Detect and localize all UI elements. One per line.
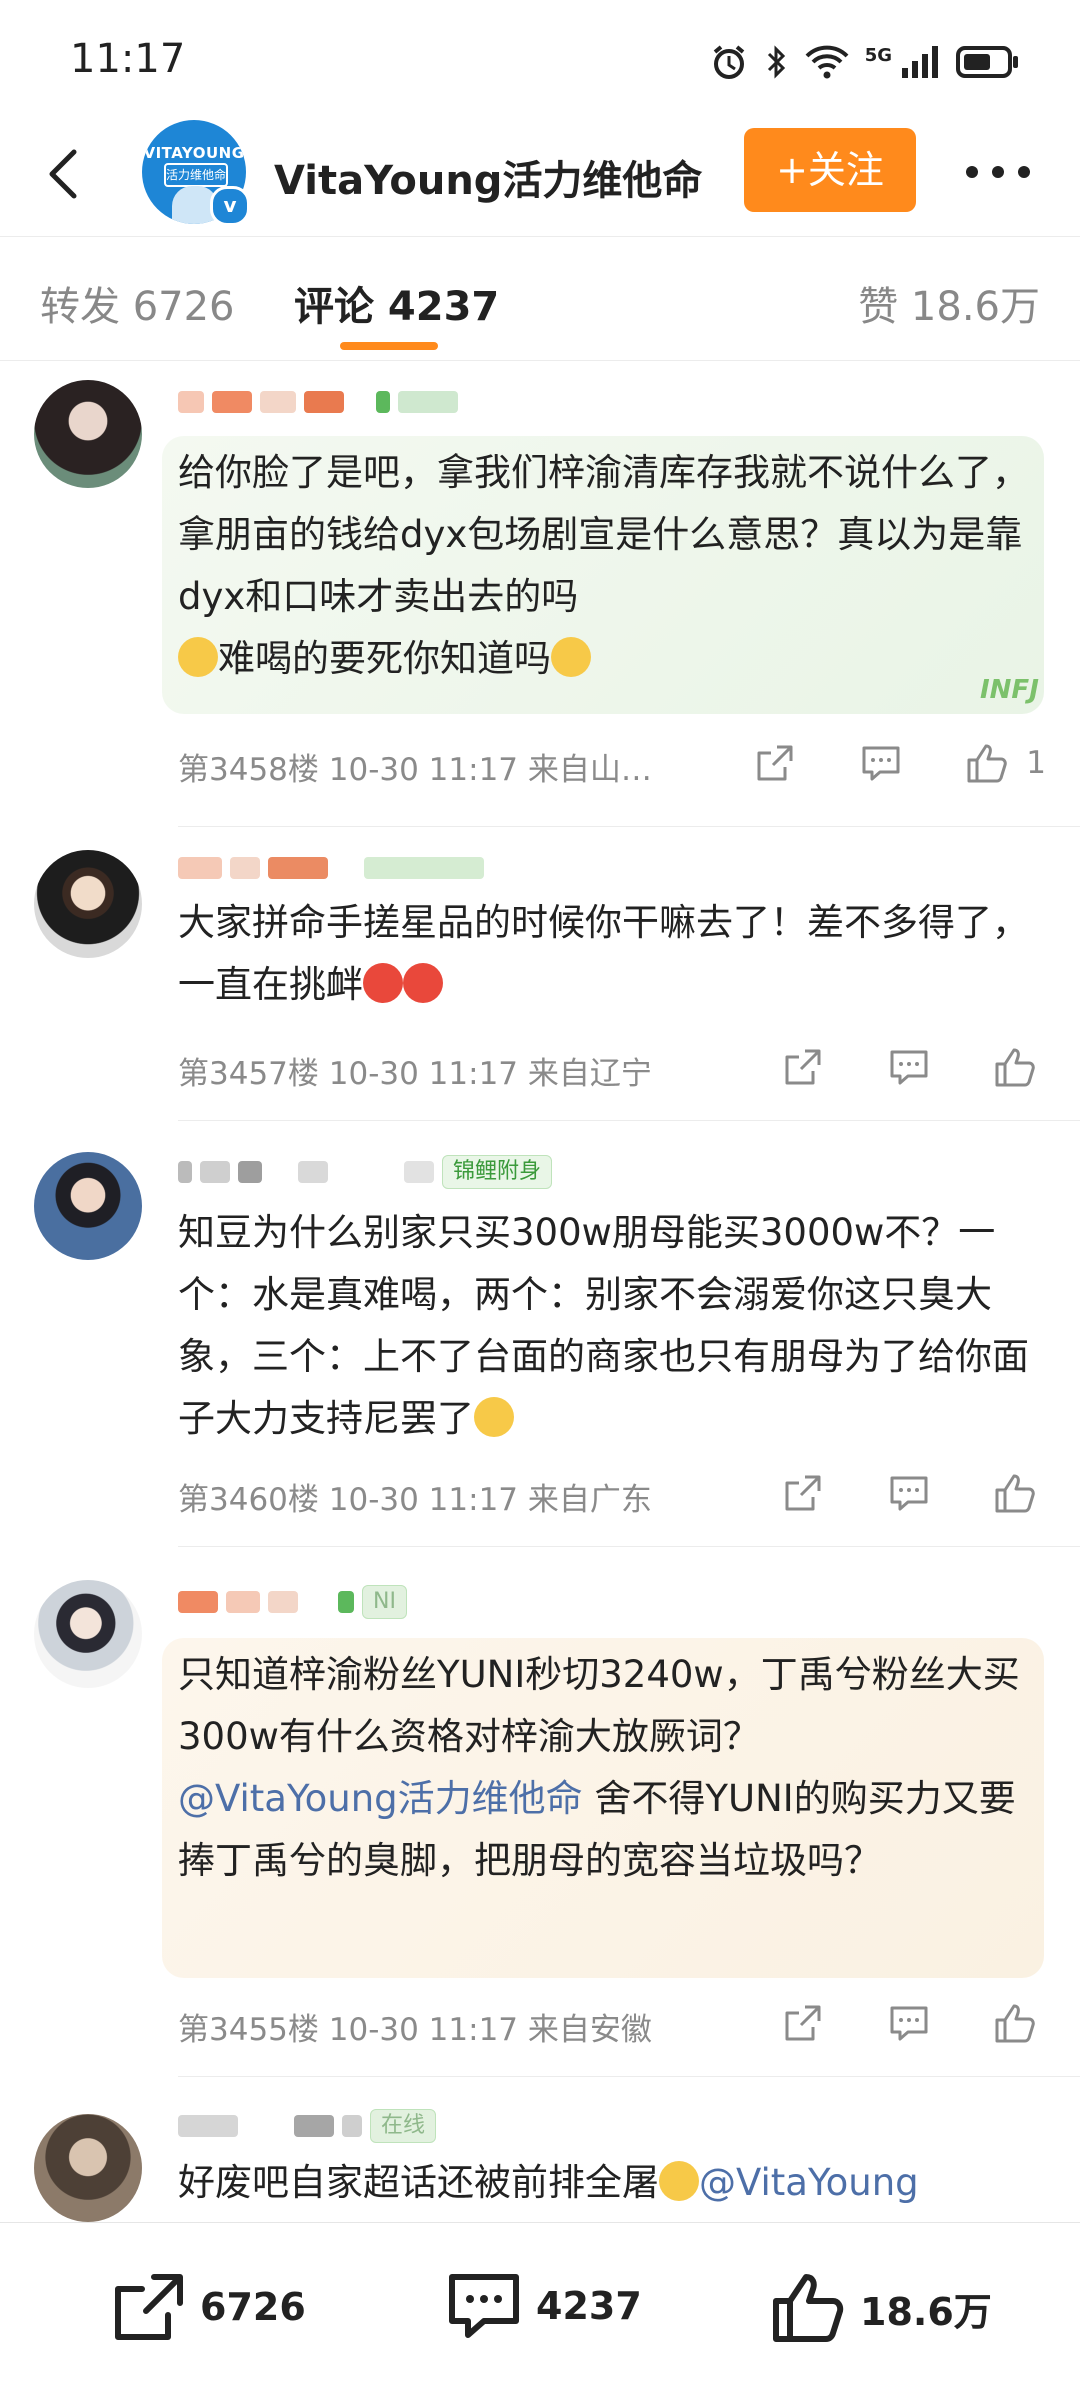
avatar[interactable] [34, 850, 142, 958]
shy-emoji-icon [474, 1397, 514, 1437]
username-masked[interactable]: NI [178, 1582, 407, 1622]
active-tab-indicator [340, 342, 438, 350]
username-masked[interactable] [178, 382, 458, 422]
angry-emoji-icon [403, 963, 443, 1003]
crying-emoji-icon [551, 637, 591, 677]
reply-icon[interactable] [878, 1468, 940, 1518]
username-masked[interactable]: 锦鲤附身 [178, 1152, 553, 1192]
mention-link[interactable]: @VitaYoung [699, 2161, 919, 2204]
repost-count: 6726 [200, 2285, 306, 2329]
avatar[interactable] [34, 1152, 142, 1260]
avatar-logo-text: VITAYOUNG [143, 144, 245, 162]
comment-text: 知豆为什么别家只买300w朋母能买3000w不？一个：水是真难喝，两个：别家不会… [178, 1211, 1029, 1440]
card-tag: INFJ [980, 675, 1039, 705]
signal-icon [902, 46, 938, 78]
comment-actions [772, 1998, 1046, 2048]
verified-badge-icon: v [210, 186, 250, 226]
divider [178, 826, 1080, 827]
follow-button[interactable]: +关注 [744, 128, 916, 212]
comment-meta: 第3458楼 10-30 11:17 来自山… [178, 752, 652, 788]
crying-emoji-icon [659, 2161, 699, 2201]
avatar[interactable] [34, 380, 142, 488]
divider [178, 2076, 1080, 2077]
like-icon[interactable] [956, 738, 1018, 788]
divider [178, 1546, 1080, 1547]
battery-icon [956, 46, 1018, 78]
like-count: 18.6万 [860, 2289, 992, 2334]
fan-badge: 锦鲤附身 [442, 1155, 553, 1189]
status-bar: 11:17 5G [0, 0, 1080, 120]
share-icon[interactable] [772, 1042, 834, 1092]
comment-actions [772, 1042, 1046, 1092]
bottom-action-bar: 6726 4237 18.6万 [0, 2222, 1080, 2383]
comment-actions [772, 1468, 1046, 1518]
comment-meta: 第3460楼 10-30 11:17 来自广东 [178, 1482, 652, 1518]
repost-button[interactable]: 6726 [110, 2271, 306, 2343]
tab-reposts[interactable]: 转发 6726 [40, 274, 235, 332]
post-tabs: 转发 6726 评论 4237 赞 18.6万 [0, 236, 1080, 361]
comment-text: 好废吧自家超话还被前排全屠 @VitaYoung [178, 2161, 919, 2204]
comment-text: 给你脸了是吧，拿我们梓渝清库存我就不说什么了，拿朋亩的钱给dyx包场剧宣是什么意… [178, 451, 1029, 680]
status-icons: 5G [709, 40, 1020, 84]
like-button[interactable]: 18.6万 [770, 2271, 992, 2345]
avatar[interactable] [34, 1580, 142, 1688]
divider [178, 1120, 1080, 1121]
status-time: 11:17 [70, 36, 186, 82]
like-icon [773, 2274, 844, 2342]
angry-emoji-icon [363, 963, 403, 1003]
username-masked[interactable] [178, 848, 484, 888]
share-icon[interactable] [744, 738, 806, 788]
tab-comments[interactable]: 评论 4237 [294, 274, 499, 332]
share-icon [115, 2274, 183, 2340]
wifi-icon [805, 45, 849, 79]
share-icon[interactable] [772, 1998, 834, 2048]
like-icon[interactable] [984, 1042, 1046, 1092]
fan-badge: 在线 [370, 2109, 437, 2143]
comment-meta: 第3455楼 10-30 11:17 来自安徽 [178, 2012, 652, 2048]
comment-text: 只知道梓渝粉丝YUNI秒切3240w，丁禹兮粉丝大买300w有什么资格对梓渝大放… [178, 1653, 1020, 1882]
tab-likes[interactable]: 赞 18.6万 [858, 274, 1040, 332]
fan-badge: NI [362, 1585, 407, 1619]
page-title[interactable]: VitaYoung活力维他命 [274, 148, 702, 206]
like-count: 1 [1026, 745, 1046, 781]
alarm-icon [713, 45, 744, 79]
back-arrow-icon[interactable] [36, 144, 96, 204]
network-type: 5G [864, 44, 892, 66]
share-icon[interactable] [772, 1468, 834, 1518]
reply-icon[interactable] [878, 1998, 940, 2048]
mention-link[interactable]: @VitaYoung活力维他命 [178, 1777, 583, 1820]
like-icon[interactable] [984, 1998, 1046, 2048]
crying-emoji-icon [178, 637, 218, 677]
like-icon[interactable] [984, 1468, 1046, 1518]
more-options-icon[interactable] [966, 160, 1030, 184]
reply-icon[interactable] [850, 738, 912, 788]
reply-icon[interactable] [878, 1042, 940, 1092]
comment-actions: 1 [744, 738, 1046, 788]
comment-text: 大家拼命手搓星品的时候你干嘛去了！差不多得了，一直在挑衅 [178, 901, 1029, 1006]
post-header: VITAYOUNG 活力维他命 v VitaYoung活力维他命 +关注 [0, 120, 1080, 237]
avatar-logo-subtext: 活力维他命 [164, 163, 228, 187]
comment-icon [449, 2274, 519, 2338]
username-masked[interactable]: 在线 [178, 2106, 437, 2146]
avatar[interactable] [34, 2114, 142, 2222]
comment-meta: 第3457楼 10-30 11:17 来自辽宁 [178, 1056, 652, 1092]
bluetooth-icon [767, 45, 785, 79]
comment-count: 4237 [536, 2284, 642, 2328]
comment-button[interactable]: 4237 [446, 2271, 642, 2341]
